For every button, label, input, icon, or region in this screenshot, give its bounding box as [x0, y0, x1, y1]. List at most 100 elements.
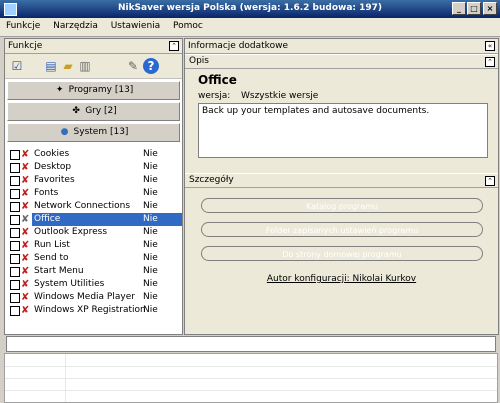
item-checkbox[interactable] — [10, 163, 20, 173]
category-programs-button[interactable]: ✦ Programy [13] — [7, 81, 180, 100]
help-icon[interactable]: ? — [143, 58, 159, 74]
homepage-button[interactable]: Do strony domowej programu — [201, 246, 483, 261]
save-icon[interactable]: ▤ — [43, 58, 59, 74]
x-icon: ✘ — [21, 175, 30, 186]
item-checkbox[interactable] — [10, 254, 20, 264]
checklist-icon[interactable]: ☑ — [9, 58, 25, 74]
maximize-button[interactable]: □ — [467, 2, 481, 15]
item-checkbox[interactable] — [10, 306, 20, 316]
window-title: NikSaver wersja Polska (wersja: 1.6.2 bu… — [117, 3, 383, 13]
item-checkbox[interactable] — [10, 176, 20, 186]
item-value: Nie — [143, 175, 158, 185]
collapse-icon[interactable]: ⌃ — [485, 176, 495, 186]
description-area: Office wersja: Wszystkie wersje Back up … — [185, 69, 498, 173]
szczegoly-section-header[interactable]: Szczegóły ⌃ — [185, 173, 498, 188]
item-label: Network Connections — [34, 201, 131, 211]
category-system-button[interactable]: ● System [13] — [7, 123, 180, 142]
category-games-button[interactable]: ✤ Gry [2] — [7, 102, 180, 121]
menu-funkcje[interactable]: Funkcje — [0, 18, 44, 31]
item-label: Fonts — [34, 188, 59, 198]
x-icon: ✘ — [21, 188, 30, 199]
item-checkbox[interactable] — [10, 267, 20, 277]
item-value: Nie — [143, 292, 158, 302]
x-icon: ✘ — [21, 149, 30, 160]
grid-line — [65, 354, 66, 402]
list-item[interactable]: ✘ Windows Media Player Nie — [5, 291, 182, 304]
list-item[interactable]: ✘ Fonts Nie — [5, 187, 182, 200]
item-label: Windows XP Registration — [34, 305, 146, 315]
left-panel-title: Funkcje — [8, 41, 43, 51]
x-icon: ✘ — [21, 279, 30, 290]
list-item[interactable]: ✘ Outlook Express Nie — [5, 226, 182, 239]
status-bar — [6, 336, 496, 352]
list-item-selected[interactable]: ✘ Office Nie — [5, 213, 182, 226]
minimize-button[interactable]: _ — [452, 2, 466, 15]
x-icon: ✘ — [21, 305, 30, 316]
list-item[interactable]: ✘ System Utilities Nie — [5, 278, 182, 291]
menu-narzedzia[interactable]: Narzędzia — [47, 18, 102, 31]
collapse-icon[interactable]: ⌃ — [169, 41, 179, 51]
item-checkbox[interactable] — [10, 280, 20, 290]
item-label: Outlook Express — [34, 227, 108, 237]
items-list: ✘ Cookies Nie ✘ Desktop Nie ✘ Favorites Nie ✘ F… — [5, 148, 182, 317]
item-value: Nie — [143, 188, 158, 198]
grid-line — [5, 378, 497, 379]
list-item[interactable]: ✘ Favorites Nie — [5, 174, 182, 187]
title-bar: NikSaver wersja Polska (wersja: 1.6.2 bu… — [0, 0, 500, 18]
settings-folder-button[interactable]: Folder zapisanych ustawień programu — [201, 222, 483, 237]
list-item[interactable]: ✘ Run List Nie — [5, 239, 182, 252]
list-item[interactable]: ✘ Network Connections Nie — [5, 200, 182, 213]
right-panel-title: Informacje dodatkowe — [188, 41, 288, 51]
author-link[interactable]: Autor konfiguracji: Nikolai Kurkov — [185, 274, 498, 284]
item-label: Send to — [34, 253, 69, 263]
item-checkbox[interactable] — [10, 202, 20, 212]
wrench-icon[interactable]: ✎ — [125, 58, 141, 74]
item-checkbox[interactable] — [10, 293, 20, 303]
item-value: Nie — [143, 227, 158, 237]
item-label: Start Menu — [34, 266, 84, 276]
version-value: Wszystkie wersje — [241, 91, 319, 101]
category-system-label: System [13] — [73, 127, 129, 137]
item-value: Nie — [143, 240, 158, 250]
system-icon: ● — [60, 127, 69, 137]
list-item[interactable]: ✘ Start Menu Nie — [5, 265, 182, 278]
right-panel: Informacje dodatkowe « Opis ⌃ Office wer… — [184, 38, 499, 335]
description-text: Back up your templates and autosave docu… — [198, 103, 488, 158]
x-icon: ✘ — [21, 162, 30, 173]
item-value: Nie — [143, 253, 158, 263]
item-label: Favorites — [34, 175, 75, 185]
item-checkbox[interactable] — [10, 241, 20, 251]
menu-ustawienia[interactable]: Ustawienia — [105, 18, 164, 31]
version-label: wersja: — [198, 91, 231, 101]
double-chevron-icon[interactable]: « — [485, 41, 495, 51]
category-games-label: Gry [2] — [85, 106, 117, 116]
item-label: Cookies — [34, 149, 70, 159]
list-item[interactable]: ✘ Windows XP Registration Nie — [5, 304, 182, 317]
x-icon: ✘ — [21, 253, 30, 264]
item-label: Desktop — [34, 162, 72, 172]
item-value: Nie — [143, 266, 158, 276]
opis-section-header[interactable]: Opis ⌃ — [185, 54, 498, 69]
item-value: Nie — [143, 162, 158, 172]
item-checkbox[interactable] — [10, 228, 20, 238]
close-button[interactable]: × — [483, 2, 497, 15]
trash-icon[interactable]: ▥ — [77, 58, 93, 74]
category-programs-label: Programy [13] — [68, 85, 134, 95]
list-item[interactable]: ✘ Cookies Nie — [5, 148, 182, 161]
grid-line — [5, 366, 497, 367]
item-checkbox[interactable] — [10, 215, 20, 225]
open-folder-icon[interactable]: ▰ — [60, 58, 76, 74]
item-title: Office — [198, 73, 237, 87]
left-panel-header: Funkcje ⌃ — [5, 39, 182, 54]
collapse-icon[interactable]: ⌃ — [485, 57, 495, 67]
list-item[interactable]: ✘ Desktop Nie — [5, 161, 182, 174]
item-value: Nie — [143, 279, 158, 289]
item-checkbox[interactable] — [10, 150, 20, 160]
list-item[interactable]: ✘ Send to Nie — [5, 252, 182, 265]
item-checkbox[interactable] — [10, 189, 20, 199]
item-value: Nie — [143, 305, 158, 315]
program-folder-button[interactable]: Katalog programu — [201, 198, 483, 213]
item-value: Nie — [143, 149, 158, 159]
x-icon: ✘ — [21, 214, 30, 225]
menu-pomoc[interactable]: Pomoc — [167, 18, 207, 31]
